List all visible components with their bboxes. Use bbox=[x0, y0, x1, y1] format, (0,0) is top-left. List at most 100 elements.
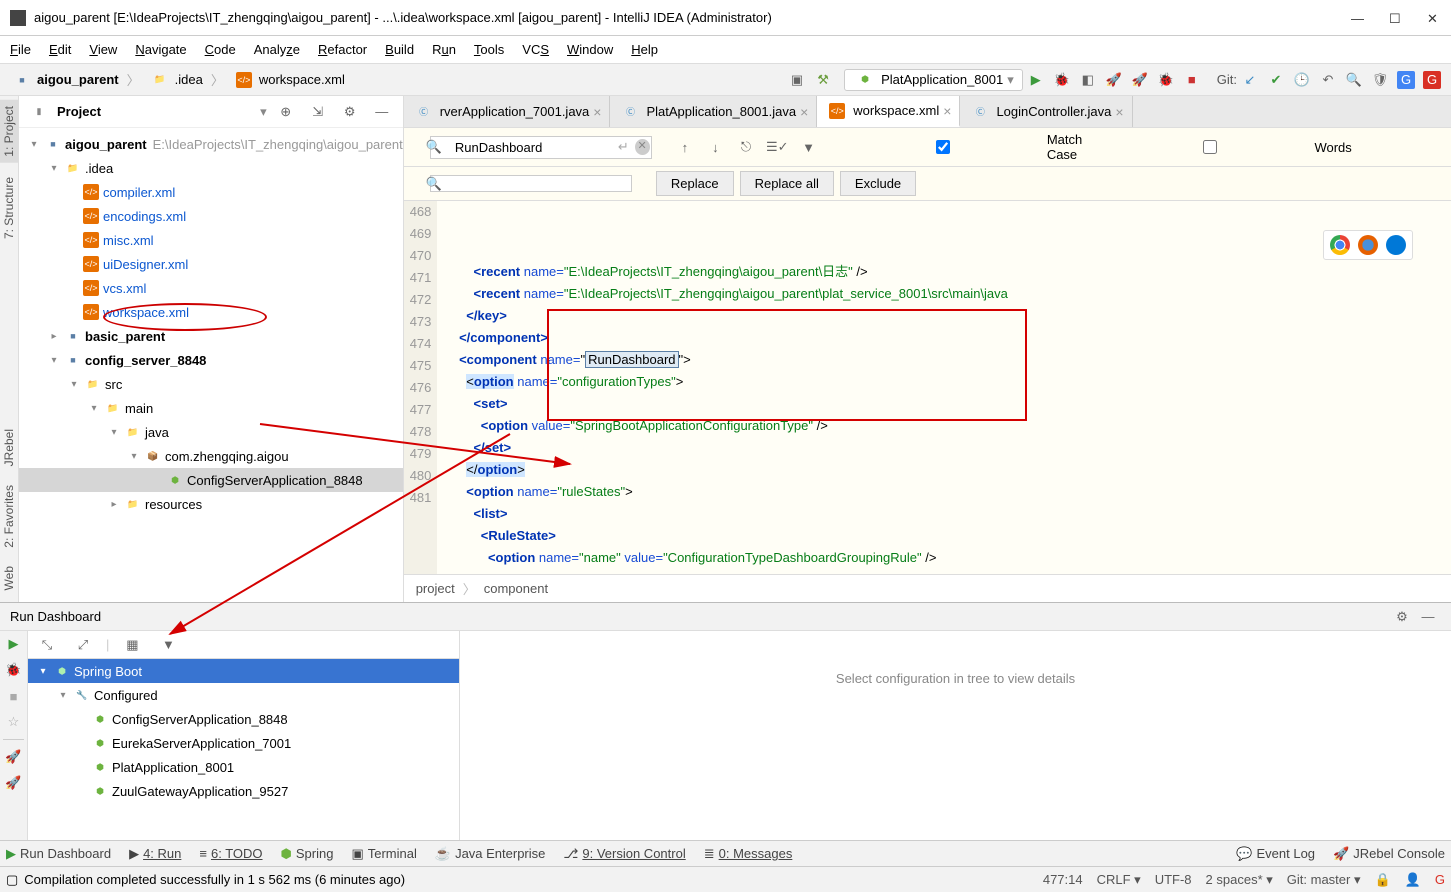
git-history-icon[interactable]: 🕒 bbox=[1293, 71, 1311, 89]
code-editor[interactable]: 4684694704714724734744754764774784794804… bbox=[404, 201, 1451, 574]
minimize-button[interactable]: — bbox=[1351, 11, 1365, 25]
btab-spring[interactable]: ⬢ Spring bbox=[281, 846, 334, 862]
close-button[interactable]: ✕ bbox=[1427, 11, 1441, 25]
git-revert-icon[interactable]: ↶ bbox=[1319, 71, 1337, 89]
project-tree[interactable]: ▾■ aigou_parentE:\IdeaProjects\IT_zhengq… bbox=[19, 128, 403, 602]
toggle-icon[interactable]: ▣ bbox=[788, 71, 806, 89]
tree-java[interactable]: ▾📁java bbox=[19, 420, 403, 444]
tool-jrebel[interactable]: JRebel bbox=[0, 423, 24, 472]
status-eol[interactable]: CRLF ▾ bbox=[1097, 872, 1141, 888]
menu-file[interactable]: File bbox=[10, 42, 31, 57]
crumb-folder[interactable]: 📁.idea bbox=[144, 70, 207, 90]
git-update-icon[interactable]: ↙ bbox=[1241, 71, 1259, 89]
prev-match-icon[interactable]: ↑ bbox=[677, 138, 694, 156]
menu-tools[interactable]: Tools bbox=[474, 42, 504, 57]
words-checkbox[interactable]: Words bbox=[1110, 140, 1351, 155]
code-content[interactable]: <recent name="E:\IdeaProjects\IT_zhengqi… bbox=[437, 201, 1451, 574]
menu-help[interactable]: Help bbox=[631, 42, 658, 57]
status-google-icon[interactable]: G bbox=[1435, 872, 1445, 887]
jrebel-debug-icon[interactable]: 🚀 bbox=[5, 774, 23, 792]
match-case-checkbox[interactable]: Match Case bbox=[843, 132, 1095, 162]
enter-icon[interactable]: ↵ bbox=[618, 139, 629, 155]
close-tab-icon[interactable]: × bbox=[800, 104, 808, 120]
tree-package[interactable]: ▾📦com.zhengqing.aigou bbox=[19, 444, 403, 468]
tree-file[interactable]: </>compiler.xml bbox=[19, 180, 403, 204]
close-tab-icon[interactable]: × bbox=[943, 103, 951, 119]
menu-vcs[interactable]: VCS bbox=[522, 42, 549, 57]
dash-root[interactable]: ▾⬢ Spring Boot bbox=[28, 659, 459, 683]
btab-vcs[interactable]: ⎇ 9: Version Control bbox=[563, 846, 685, 862]
locate-icon[interactable]: ⊕ bbox=[277, 103, 295, 121]
gear-icon[interactable]: ⚙ bbox=[341, 103, 359, 121]
btab-todo[interactable]: ≡ 6: TODO bbox=[199, 846, 262, 861]
profile-icon[interactable]: 🚀 bbox=[1105, 71, 1123, 89]
dash-app[interactable]: ⬢PlatApplication_8001 bbox=[28, 755, 459, 779]
tree-config-server[interactable]: ▾■config_server_8848 bbox=[19, 348, 403, 372]
project-panel-title[interactable]: Project bbox=[57, 104, 254, 119]
btab-terminal[interactable]: ▣ Terminal bbox=[351, 846, 416, 862]
jrebel-run-icon[interactable]: 🚀 bbox=[5, 748, 23, 766]
ide-settings-icon[interactable]: 🛡 bbox=[1371, 71, 1389, 89]
add-selection-icon[interactable]: ☰✓ bbox=[768, 138, 786, 156]
crumb-file[interactable]: </>workspace.xml bbox=[228, 70, 349, 90]
menu-build[interactable]: Build bbox=[385, 42, 414, 57]
tree-root[interactable]: ▾■ aigou_parentE:\IdeaProjects\IT_zhengq… bbox=[19, 132, 403, 156]
btab-messages[interactable]: ≣ 0: Messages bbox=[704, 846, 793, 862]
tool-favorites[interactable]: 2: Favorites bbox=[0, 479, 24, 554]
hammer-icon[interactable]: ⚒ bbox=[814, 71, 832, 89]
debug-button[interactable]: 🐞 bbox=[1053, 71, 1071, 89]
regex-checkbox[interactable]: Regex bbox=[1368, 140, 1451, 155]
jrebel-run-icon[interactable]: 🚀 bbox=[1131, 71, 1149, 89]
git-commit-icon[interactable]: ✔ bbox=[1267, 71, 1285, 89]
gear-icon[interactable]: ⚙ bbox=[1393, 608, 1411, 626]
run-icon[interactable]: ▶ bbox=[5, 635, 23, 653]
replace-input[interactable] bbox=[430, 175, 632, 192]
btab-run-dashboard[interactable]: ▶Run Dashboard bbox=[6, 846, 111, 862]
menu-window[interactable]: Window bbox=[567, 42, 613, 57]
editor-tab[interactable]: ⒸPlatApplication_8001.java× bbox=[610, 96, 817, 127]
status-encoding[interactable]: UTF-8 bbox=[1155, 872, 1192, 887]
btab-jrebel-console[interactable]: 🚀 JRebel Console bbox=[1333, 846, 1445, 862]
coverage-icon[interactable]: ◧ bbox=[1079, 71, 1097, 89]
dash-app[interactable]: ⬢ZuulGatewayApplication_9527 bbox=[28, 779, 459, 803]
jrebel-debug-icon[interactable]: 🐞 bbox=[1157, 71, 1175, 89]
debug-icon[interactable]: 🐞 bbox=[5, 661, 23, 679]
close-tab-icon[interactable]: × bbox=[593, 104, 601, 120]
tree-file[interactable]: </>misc.xml bbox=[19, 228, 403, 252]
translate-icon[interactable]: G bbox=[1397, 71, 1415, 89]
editor-tab[interactable]: ⒸLoginController.java× bbox=[960, 96, 1132, 127]
next-match-icon[interactable]: ↓ bbox=[707, 138, 724, 156]
replace-all-button[interactable]: Replace all bbox=[740, 171, 834, 196]
tree-class[interactable]: ⬢ConfigServerApplication_8848 bbox=[19, 468, 403, 492]
menu-view[interactable]: View bbox=[89, 42, 117, 57]
tree-file[interactable]: </>uiDesigner.xml bbox=[19, 252, 403, 276]
tree-file[interactable]: </>workspace.xml bbox=[19, 300, 403, 324]
tree-resources[interactable]: ▸📁resources bbox=[19, 492, 403, 516]
google-icon[interactable]: G bbox=[1423, 71, 1441, 89]
firefox-icon[interactable] bbox=[1358, 235, 1378, 255]
status-git[interactable]: Git: master ▾ bbox=[1287, 872, 1361, 888]
status-icon[interactable]: ▢ bbox=[6, 872, 18, 888]
browser-chooser[interactable] bbox=[1323, 230, 1413, 260]
maximize-button[interactable]: ☐ bbox=[1389, 11, 1403, 25]
btab-event-log[interactable]: 💬 Event Log bbox=[1236, 846, 1315, 862]
hide-icon[interactable]: — bbox=[373, 103, 391, 121]
crumb-component[interactable]: component bbox=[484, 581, 548, 596]
btab-java-ee[interactable]: ☕ Java Enterprise bbox=[435, 846, 546, 862]
status-man-icon[interactable]: 👤 bbox=[1405, 872, 1421, 888]
menu-analyze[interactable]: Analyze bbox=[254, 42, 300, 57]
stop-icon[interactable]: ■ bbox=[5, 687, 23, 705]
exclude-button[interactable]: Exclude bbox=[840, 171, 916, 196]
tree-basic-parent[interactable]: ▸■basic_parent bbox=[19, 324, 403, 348]
status-indent[interactable]: 2 spaces* ▾ bbox=[1206, 872, 1273, 888]
status-position[interactable]: 477:14 bbox=[1043, 872, 1083, 887]
collapse-icon[interactable]: ⇲ bbox=[309, 103, 327, 121]
status-lock-icon[interactable]: 🔒 bbox=[1375, 872, 1391, 888]
tree-src[interactable]: ▾📁src bbox=[19, 372, 403, 396]
btab-run[interactable]: ▶ 4: Run bbox=[129, 846, 181, 862]
menu-run[interactable]: Run bbox=[432, 42, 456, 57]
run-button[interactable]: ▶ bbox=[1027, 71, 1045, 89]
chevron-down-icon[interactable]: ▾ bbox=[260, 104, 267, 120]
filter-icon[interactable]: ▼ bbox=[800, 138, 817, 156]
hide-icon[interactable]: — bbox=[1419, 608, 1437, 626]
